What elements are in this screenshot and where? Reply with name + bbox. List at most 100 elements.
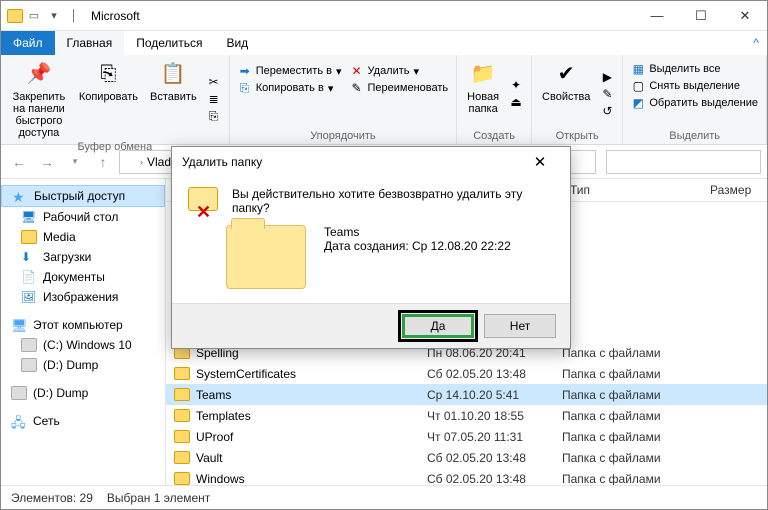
file-row[interactable]: UProofЧт 07.05.20 11:31Папка с файлами (166, 426, 767, 447)
sidebar-drive-c[interactable]: (C:) Windows 10 (1, 335, 165, 355)
sidebar-downloads[interactable]: ⬇Загрузки (1, 247, 165, 267)
file-name: UProof (196, 430, 427, 444)
delete-dialog: Удалить папку ✕ ✕ Вы действительно хотит… (171, 146, 571, 349)
properties-button[interactable]: ✔ Свойства (538, 57, 594, 105)
file-type: Папка с файлами (562, 409, 702, 423)
disk-icon (21, 338, 37, 352)
sidebar-documents[interactable]: 📄Документы (1, 267, 165, 287)
file-date: Чт 07.05.20 11:31 (427, 430, 562, 444)
header-size[interactable]: Размер (702, 179, 767, 201)
file-date: Сб 02.05.20 13:48 (427, 367, 562, 381)
history-button[interactable]: ↺ (598, 103, 616, 119)
newitem-button[interactable]: ✦ (507, 77, 525, 93)
doc-icon: 📄 (21, 270, 37, 284)
rename-icon: ✎ (350, 81, 364, 95)
tab-home[interactable]: Главная (55, 31, 125, 55)
dialog-titlebar: Удалить папку ✕ (172, 147, 570, 177)
folder-icon (174, 430, 190, 443)
file-row[interactable]: SystemCertificatesСб 02.05.20 13:48Папка… (166, 363, 767, 384)
paste-button[interactable]: 📋 Вставить (146, 57, 201, 105)
download-icon: ⬇ (21, 250, 37, 264)
edit-icon: ✎ (600, 87, 614, 101)
cut-button[interactable]: ✂ (205, 74, 223, 90)
dialog-no-button[interactable]: Нет (484, 314, 556, 338)
sidebar-desktop[interactable]: 🖥Рабочий стол (1, 207, 165, 227)
tab-view[interactable]: Вид (214, 31, 260, 55)
qat-item[interactable]: ▾ (45, 7, 63, 25)
file-row[interactable]: WindowsСб 02.05.20 13:48Папка с файлами (166, 468, 767, 485)
up-button[interactable]: ↑ (91, 150, 115, 174)
file-name: Templates (196, 409, 427, 423)
dialog-item-info: Teams Дата создания: Ср 12.08.20 22:22 (324, 225, 511, 253)
selnone-icon: ▢ (631, 79, 645, 93)
file-date: Чт 01.10.20 18:55 (427, 409, 562, 423)
ribbon-collapse-icon[interactable]: ^ (745, 31, 767, 55)
sidebar-this-pc[interactable]: 🖥Этот компьютер (1, 315, 165, 335)
file-type: Папка с файлами (562, 388, 702, 402)
dialog-question: Вы действительно хотите безвозвратно уда… (232, 187, 554, 215)
copypath-button[interactable]: ≣ (205, 91, 223, 107)
delete-x-icon: ✕ (196, 202, 211, 223)
new-folder-button[interactable]: 📁 Новая папка (463, 57, 503, 117)
dialog-yes-button[interactable]: Да (402, 314, 474, 338)
file-date: Сб 02.05.20 13:48 (427, 451, 562, 465)
copy-button[interactable]: ⎘ Копировать (75, 57, 142, 105)
tab-file[interactable]: Файл (1, 31, 55, 55)
easyaccess-button[interactable]: ⏏ (507, 94, 525, 110)
qat-dropdown[interactable]: │ (65, 7, 83, 25)
close-button[interactable]: ✕ (723, 1, 767, 31)
sidebar-media[interactable]: Media (1, 227, 165, 247)
ribbon-group-select: ▦Выделить все ▢Снять выделение ◩Обратить… (623, 55, 767, 144)
qat-item[interactable]: ▭ (25, 7, 43, 25)
select-none-button[interactable]: ▢Снять выделение (629, 78, 760, 94)
open-button[interactable]: ▶ (598, 69, 616, 85)
folder-icon (174, 409, 190, 422)
edit-button[interactable]: ✎ (598, 86, 616, 102)
invert-selection-button[interactable]: ◩Обратить выделение (629, 95, 760, 111)
delete-button[interactable]: ✕Удалить ▾ (348, 63, 451, 79)
history-dropdown[interactable]: ▾ (63, 150, 87, 174)
newitem-icon: ✦ (509, 78, 523, 92)
history-icon: ↺ (600, 104, 614, 118)
status-selected: Выбран 1 элемент (107, 491, 210, 505)
ribbon-group-open: ✔ Свойства ▶ ✎ ↺ Открыть (532, 55, 623, 144)
file-row[interactable]: TeamsСр 14.10.20 5:41Папка с файлами (166, 384, 767, 405)
pastelink-button[interactable]: ⎘ (205, 108, 223, 124)
search-input[interactable] (606, 150, 761, 174)
pin-button[interactable]: 📌 Закрепить на панели быстрого доступа (7, 57, 71, 141)
file-row[interactable]: VaultСб 02.05.20 13:48Папка с файлами (166, 447, 767, 468)
file-type: Папка с файлами (562, 430, 702, 444)
dialog-item-created: Дата создания: Ср 12.08.20 22:22 (324, 239, 511, 253)
copy-icon: ⎘ (93, 59, 123, 89)
sidebar-pictures[interactable]: 🖼Изображения (1, 287, 165, 307)
selall-icon: ▦ (631, 62, 645, 76)
maximize-button[interactable]: ☐ (679, 1, 723, 31)
sidebar-quick-access[interactable]: ★Быстрый доступ (1, 185, 165, 207)
disk-icon (11, 386, 27, 400)
file-row[interactable]: TemplatesЧт 01.10.20 18:55Папка с файлам… (166, 405, 767, 426)
pic-icon: 🖼 (21, 290, 37, 304)
pin-icon: 📌 (24, 59, 54, 89)
back-button[interactable]: ← (7, 150, 31, 174)
sidebar-drive-d2[interactable]: (D:) Dump (1, 383, 165, 403)
status-count: Элементов: 29 (11, 491, 93, 505)
file-type: Папка с файлами (562, 472, 702, 486)
disk-icon (21, 358, 37, 372)
rename-button[interactable]: ✎Переименовать (348, 80, 451, 96)
star-icon: ★ (12, 189, 28, 203)
sidebar-network[interactable]: 🖧Сеть (1, 411, 165, 431)
folder-icon (174, 388, 190, 401)
header-type[interactable]: Тип (562, 179, 702, 201)
copy-to-button[interactable]: ⎘Копировать в ▾ (236, 80, 344, 96)
cut-icon: ✂ (207, 75, 221, 89)
move-to-button[interactable]: ➡Переместить в ▾ (236, 63, 344, 79)
forward-button[interactable]: → (35, 150, 59, 174)
minimize-button[interactable]: — (635, 1, 679, 31)
tab-share[interactable]: Поделиться (124, 31, 214, 55)
select-all-button[interactable]: ▦Выделить все (629, 61, 760, 77)
ribbon: 📌 Закрепить на панели быстрого доступа ⎘… (1, 55, 767, 145)
sidebar-drive-d[interactable]: (D:) Dump (1, 355, 165, 375)
window-title: Microsoft (91, 9, 140, 23)
file-name: Windows (196, 472, 427, 486)
dialog-close-button[interactable]: ✕ (520, 147, 560, 177)
